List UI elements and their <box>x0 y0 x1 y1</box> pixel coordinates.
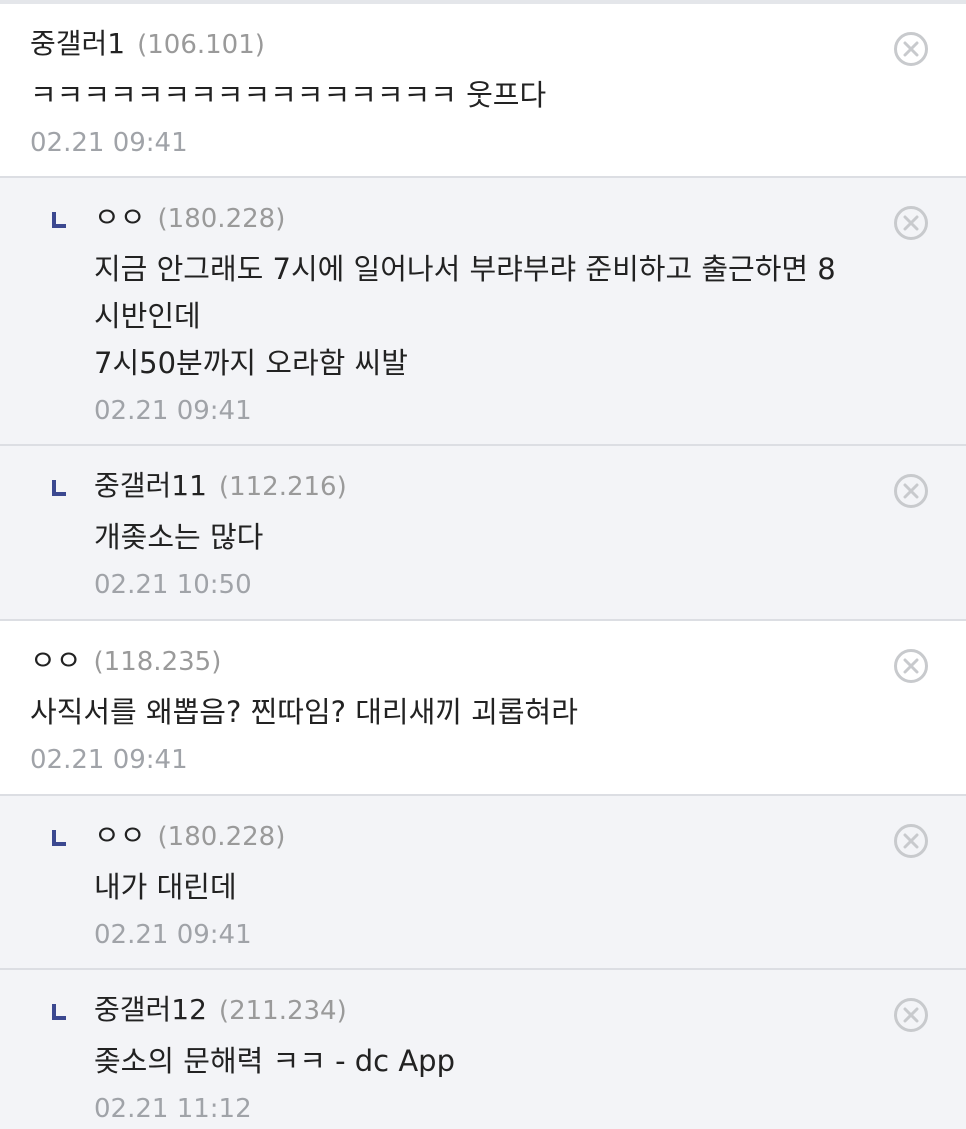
comment-ip: (211.234) <box>218 996 347 1026</box>
comment-text: 사직서를 왜뽑음? 찐따임? 대리새끼 괴롭혀라 <box>30 689 856 736</box>
reply-arrow-icon <box>52 830 66 846</box>
close-circle-icon[interactable] <box>894 206 928 240</box>
comment-header: ㅇㅇ (180.228) <box>94 816 856 856</box>
comment-text-line: ㅋㅋㅋㅋㅋㅋㅋㅋㅋㅋㅋㅋㅋㅋㅋㅋ 웃프다 <box>30 78 547 112</box>
comment-ip: (118.235) <box>93 647 222 677</box>
comment-date: 02.21 09:41 <box>30 745 188 775</box>
comment-text-line: 내가 대린데 <box>94 870 237 904</box>
comment-date: 02.21 09:41 <box>94 920 252 950</box>
comment-item: 중갤러1 (106.101) ㅋㅋㅋㅋㅋㅋㅋㅋㅋㅋㅋㅋㅋㅋㅋㅋ 웃프다 02.21… <box>0 4 966 178</box>
comment-header: 중갤러12 (211.234) <box>94 990 856 1030</box>
comment-text: 좆소의 문해력 ㅋㅋ - dc App <box>94 1038 856 1085</box>
close-circle-icon[interactable] <box>894 32 928 66</box>
comment-ip: (112.216) <box>218 472 347 502</box>
comment-content: ㅇㅇ (118.235) 사직서를 왜뽑음? 찐따임? 대리새끼 괴롭혀라 02.… <box>30 641 856 780</box>
comment-text: 지금 안그래도 7시에 일어나서 부랴부랴 준비하고 출근하면 8시반인데 7시… <box>94 246 856 387</box>
comment-content: ㅇㅇ (180.228) 지금 안그래도 7시에 일어나서 부랴부랴 준비하고 출… <box>94 198 856 431</box>
reply-item: ㅇㅇ (180.228) 내가 대린데 02.21 09:41 <box>0 796 966 970</box>
comment-text-line: 지금 안그래도 7시에 일어나서 부랴부랴 준비하고 출근하면 8시반인데 <box>94 252 836 333</box>
comment-ip: (106.101) <box>137 30 265 60</box>
comment-nickname[interactable]: ㅇㅇ <box>94 819 146 852</box>
comment-ip: (180.228) <box>157 204 286 234</box>
comment-text-line: 7시50분까지 오라함 씨발 <box>94 346 408 380</box>
comment-date: 02.21 09:41 <box>30 128 188 158</box>
comment-text-line: 개좆소는 많다 <box>94 520 264 554</box>
comment-nickname[interactable]: ㅇㅇ <box>94 201 146 234</box>
reply-arrow-icon <box>52 1004 66 1020</box>
comment-text: ㅋㅋㅋㅋㅋㅋㅋㅋㅋㅋㅋㅋㅋㅋㅋㅋ 웃프다 <box>30 72 856 119</box>
close-circle-icon[interactable] <box>894 998 928 1032</box>
comment-content: 중갤러11 (112.216) 개좆소는 많다 02.21 10:50 <box>94 466 856 605</box>
comment-ip: (180.228) <box>157 822 286 852</box>
comment-header: ㅇㅇ (180.228) <box>94 198 856 238</box>
comment-content: 중갤러12 (211.234) 좆소의 문해력 ㅋㅋ - dc App 02.21… <box>94 990 856 1129</box>
reply-item: 중갤러11 (112.216) 개좆소는 많다 02.21 10:50 <box>0 446 966 621</box>
comment-list: 중갤러1 (106.101) ㅋㅋㅋㅋㅋㅋㅋㅋㅋㅋㅋㅋㅋㅋㅋㅋ 웃프다 02.21… <box>0 4 966 1129</box>
comment-date: 02.21 11:12 <box>94 1094 252 1124</box>
comment-nickname[interactable]: 중갤러11 <box>94 469 207 502</box>
comment-header: 중갤러11 (112.216) <box>94 466 856 506</box>
comment-date: 02.21 09:41 <box>94 396 252 426</box>
close-circle-icon[interactable] <box>894 474 928 508</box>
comment-header: 중갤러1 (106.101) <box>30 24 856 64</box>
comment-item: ㅇㅇ (118.235) 사직서를 왜뽑음? 찐따임? 대리새끼 괴롭혀라 02.… <box>0 621 966 796</box>
reply-arrow-icon <box>52 212 66 228</box>
comment-text-line: 사직서를 왜뽑음? 찐따임? 대리새끼 괴롭혀라 <box>30 695 578 729</box>
comment-text-line: 좆소의 문해력 ㅋㅋ - dc App <box>94 1044 456 1078</box>
reply-item: ㅇㅇ (180.228) 지금 안그래도 7시에 일어나서 부랴부랴 준비하고 출… <box>0 178 966 446</box>
comment-nickname[interactable]: 중갤러12 <box>94 993 207 1026</box>
close-circle-icon[interactable] <box>894 824 928 858</box>
comment-date: 02.21 10:50 <box>94 570 252 600</box>
comment-nickname[interactable]: 중갤러1 <box>30 27 125 60</box>
comment-text: 내가 대린데 <box>94 864 856 911</box>
comment-nickname[interactable]: ㅇㅇ <box>30 644 82 677</box>
reply-arrow-icon <box>52 480 66 496</box>
comment-text: 개좆소는 많다 <box>94 514 856 561</box>
comment-header: ㅇㅇ (118.235) <box>30 641 856 681</box>
comment-content: 중갤러1 (106.101) ㅋㅋㅋㅋㅋㅋㅋㅋㅋㅋㅋㅋㅋㅋㅋㅋ 웃프다 02.21… <box>30 24 856 163</box>
close-circle-icon[interactable] <box>894 649 928 683</box>
reply-item: 중갤러12 (211.234) 좆소의 문해력 ㅋㅋ - dc App 02.21… <box>0 970 966 1129</box>
comment-content: ㅇㅇ (180.228) 내가 대린데 02.21 09:41 <box>94 816 856 955</box>
